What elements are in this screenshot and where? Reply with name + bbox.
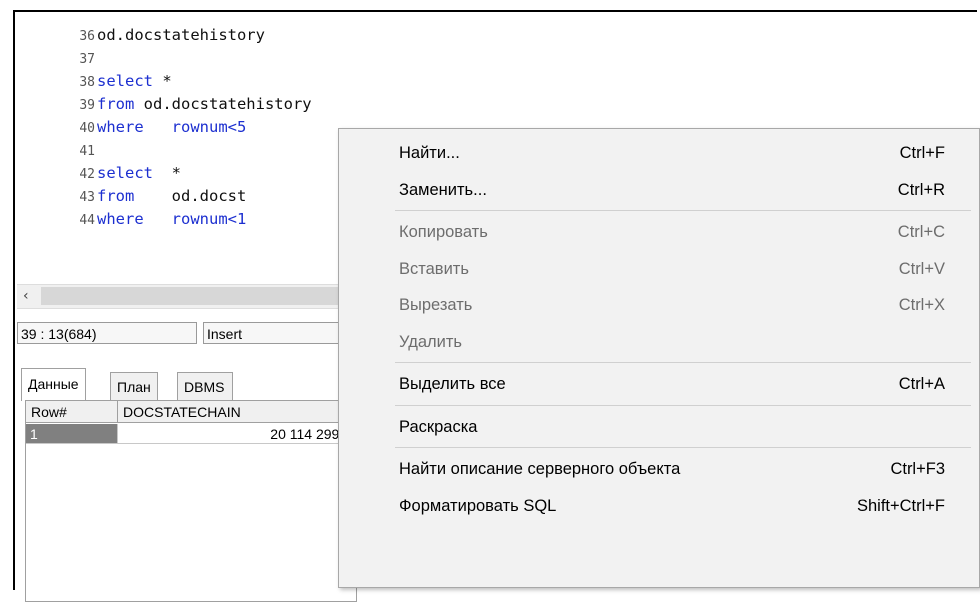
code-line[interactable]: 41 [17,139,97,161]
code-token: rownum<5 [143,118,247,136]
menu-separator [395,404,971,406]
menu-item[interactable]: Форматировать SQL Shift+Ctrl+F [339,488,979,524]
menu-item-shortcut: Shift+Ctrl+F [856,496,945,515]
editor-statusbar: 39 : 13(684) Insert [17,322,352,346]
menu-item-label: Удалить [399,332,462,351]
menu-item: Вырезать Ctrl+X [339,287,979,323]
column-header-docstatechain[interactable]: DOCSTATECHAIN [118,401,356,423]
scrollbar-thumb[interactable] [41,287,349,305]
code-token: * [153,72,172,90]
menu-item-shortcut: Ctrl+A [898,375,945,393]
line-number: 40 [79,121,95,136]
code-line[interactable]: 39 from od.docstatehistory [17,93,312,115]
menu-item: Вставить Ctrl+V [339,251,979,287]
code-token: od.docstatehistory [97,26,265,44]
menu-item-label: Вставить [399,259,469,278]
code-token: * [153,164,181,182]
code-line[interactable]: 36 od.docstatehistory [17,24,265,46]
tab-data[interactable]: Данные [21,368,86,401]
code-line[interactable]: 43 from od.docst [17,185,246,207]
results-grid[interactable]: Row# DOCSTATECHAIN 1 20 114 299 9 [25,400,357,602]
column-header-rownum[interactable]: Row# [26,401,118,423]
line-number: 36 [79,29,95,44]
menu-item-shortcut: Ctrl+F3 [890,460,945,478]
menu-item-shortcut: Ctrl+X [898,296,945,314]
line-number: 42 [79,167,95,182]
menu-item: Копировать Ctrl+C [339,214,979,250]
code-token: select [97,164,153,182]
menu-item[interactable]: Выделить все Ctrl+A [339,366,979,402]
menu-item-label: Раскраска [399,417,478,436]
menu-item-label: Выделить все [399,375,506,393]
menu-item[interactable]: Найти... Ctrl+F [339,135,979,171]
table-row-number[interactable]: 1 [26,424,118,444]
code-line[interactable]: 44 where rownum<1 [17,208,246,230]
chevron-left-icon[interactable]: ‹ [23,288,29,304]
code-token: from [97,95,135,113]
context-menu: Найти... Ctrl+F Заменить... Ctrl+R Копироват… [338,128,980,588]
code-line[interactable]: 38 select * [17,70,172,92]
line-number: 43 [79,190,95,205]
menu-item-shortcut: Ctrl+C [897,223,945,241]
code-line[interactable]: 40 where rownum<5 [17,116,246,138]
line-number: 39 [79,98,95,113]
sql-editor[interactable]: 36 od.docstatehistory 37 38 select * 39 from o… [17,14,362,282]
tab-dbms-output[interactable]: DBMS Output [177,372,234,423]
code-token: from [97,187,135,205]
cursor-position: 39 : 13(684) [17,322,197,344]
menu-item[interactable]: Заменить... Ctrl+R [339,172,979,208]
menu-item-label: Найти описание серверного объекта [399,460,681,478]
menu-item-label: Заменить... [399,180,487,199]
menu-item-shortcut: Ctrl+V [898,259,945,278]
code-token: od.docst [134,187,247,205]
code-token: where [97,118,144,136]
code-line[interactable]: 37 [17,47,97,69]
menu-item[interactable]: Раскраска [339,409,979,445]
line-number: 37 [79,52,95,67]
menu-item-label: Вырезать [399,296,473,314]
menu-item-label: Найти... [399,144,460,162]
code-token: od.docstatehistory [134,95,312,113]
line-number: 41 [79,144,95,159]
code-token: rownum<1 [143,210,247,228]
horizontal-scrollbar[interactable]: ‹ [17,284,352,309]
menu-separator [395,362,971,363]
tab-plan[interactable]: План [110,372,158,400]
edit-mode: Insert [203,322,352,344]
code-token: where [97,210,144,228]
menu-separator [395,210,971,211]
menu-item[interactable]: Найти описание серверного объекта Ctrl+F3 [339,451,979,487]
line-number: 38 [79,75,95,90]
menu-item-label: Копировать [399,223,488,241]
table-cell[interactable]: 20 114 299 9 [118,424,356,444]
menu-separator [395,447,971,448]
code-token: select [97,72,153,90]
line-number: 44 [79,213,95,228]
menu-item-label: Форматировать SQL [399,496,557,515]
menu-item-shortcut: Ctrl+R [897,180,945,199]
menu-item: Удалить [339,324,979,360]
menu-item-shortcut: Ctrl+F [899,144,945,162]
code-line[interactable]: 42 select * [17,162,181,184]
